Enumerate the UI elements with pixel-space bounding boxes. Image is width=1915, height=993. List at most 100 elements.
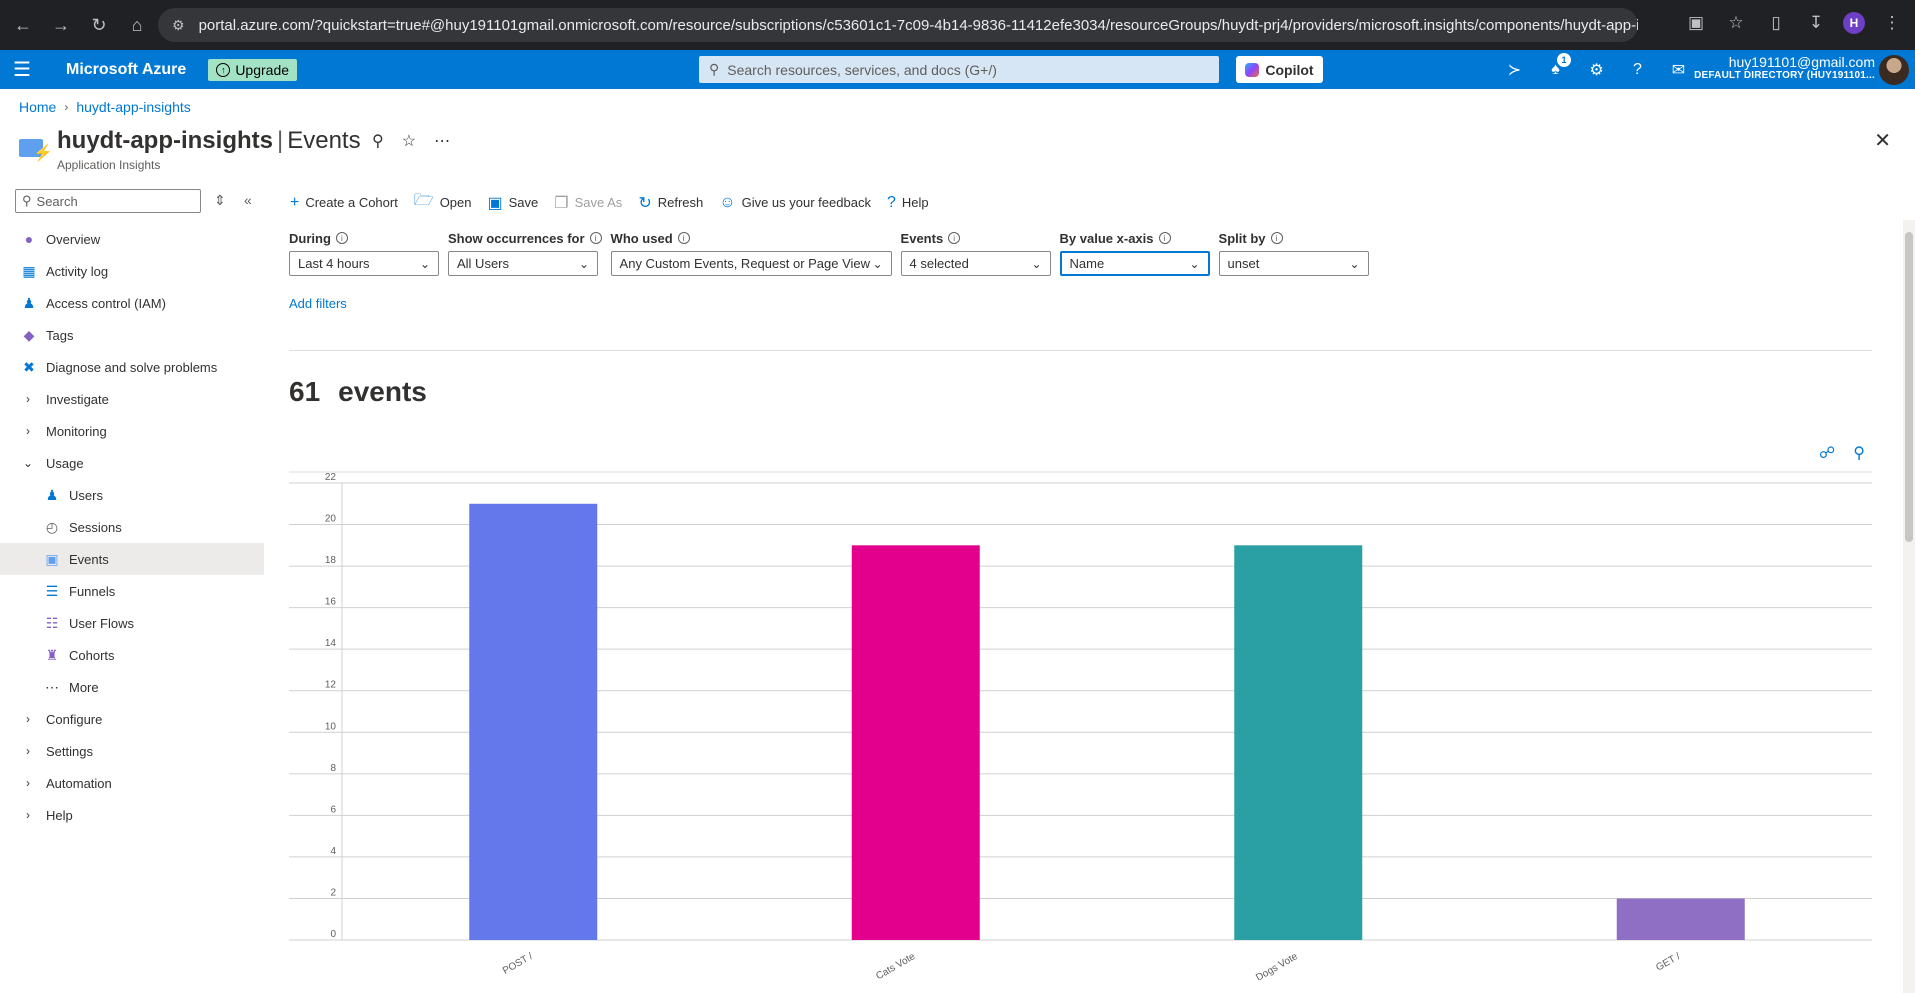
bar[interactable] xyxy=(1234,545,1363,940)
sidebar-item-monitoring[interactable]: › Monitoring xyxy=(0,415,264,447)
sidebar-item-users[interactable]: ♟ Users xyxy=(0,479,264,511)
chevron-down-icon: ⌄ xyxy=(1031,256,1042,271)
info-icon[interactable]: i xyxy=(677,232,690,244)
share-chart-icon[interactable]: ☍ xyxy=(1819,443,1835,463)
pin-icon[interactable]: ⚲ xyxy=(372,131,384,151)
site-settings-icon[interactable]: ⚙ xyxy=(172,17,185,34)
filter-bar: During i Last 4 hours ⌄ Show occurrences f… xyxy=(289,228,1378,276)
sidebar-item-more[interactable]: ⋯ More xyxy=(0,671,264,703)
chevron-right-icon: › xyxy=(26,424,30,438)
upgrade-button[interactable]: ↑ Upgrade xyxy=(208,58,298,81)
settings-gear-icon[interactable]: ⚙ xyxy=(1584,57,1609,82)
install-app-icon[interactable]: ▣ xyxy=(1683,10,1709,36)
create-cohort-button[interactable]: + Create a Cohort xyxy=(290,194,398,212)
who-used-dropdown[interactable]: Any Custom Events, Request or Page View ⌄ xyxy=(610,251,892,276)
bar[interactable] xyxy=(469,503,598,940)
sidebar-item-activity-log[interactable]: ▦ Activity log xyxy=(0,255,264,287)
sidebar-item-user-flows[interactable]: ☷ User Flows xyxy=(0,607,264,639)
chevron-down-icon: ⌄ xyxy=(1189,256,1200,271)
user-avatar[interactable] xyxy=(1879,55,1909,85)
sidebar-item-events[interactable]: ▣ Events xyxy=(0,543,264,575)
pin-chart-icon[interactable]: ⚲ xyxy=(1853,443,1865,463)
sidebar-item-overview[interactable]: ● Overview xyxy=(0,223,264,255)
feedback-button[interactable]: ☺ Give us your feedback xyxy=(719,194,871,212)
split-by-dropdown[interactable]: unset ⌄ xyxy=(1218,251,1369,276)
more-actions-icon[interactable]: ⋯ xyxy=(434,131,450,151)
bar[interactable] xyxy=(1616,898,1745,940)
sidebar-search-input[interactable]: ⚲ Search xyxy=(15,189,201,213)
bar[interactable] xyxy=(851,545,980,940)
azure-brand[interactable]: Microsoft Azure xyxy=(66,61,186,79)
info-icon[interactable]: i xyxy=(948,232,961,244)
sidebar-item-access-control[interactable]: ♟ Access control (IAM) xyxy=(0,287,264,319)
profile-avatar[interactable]: H xyxy=(1843,12,1865,34)
address-url[interactable]: portal.azure.com/?quickstart=true#@huy19… xyxy=(199,17,1638,34)
notification-badge: 1 xyxy=(1557,53,1571,67)
account-email: huy191101@gmail.com xyxy=(1728,54,1875,70)
sidebar-item-usage[interactable]: ⌄ Usage xyxy=(0,447,264,479)
breadcrumb-resource[interactable]: huydt-app-insights xyxy=(76,99,190,115)
split-by-value: unset xyxy=(1227,256,1260,271)
overview-bulb-icon: ● xyxy=(24,231,34,247)
forward-icon[interactable]: → xyxy=(46,10,76,40)
scrollbar-thumb[interactable] xyxy=(1905,232,1913,542)
copilot-label: Copilot xyxy=(1265,61,1314,78)
download-icon[interactable]: ↧ xyxy=(1803,10,1829,36)
notifications-bell-icon[interactable]: ♠ 1 xyxy=(1543,53,1571,82)
during-dropdown[interactable]: Last 4 hours ⌄ xyxy=(289,251,439,276)
app-insights-icon: ⚡ xyxy=(19,135,53,162)
events-icon: ▣ xyxy=(45,550,59,567)
ellipsis-icon: ⋯ xyxy=(45,678,59,695)
breadcrumb: Home › huydt-app-insights xyxy=(19,99,191,115)
browser-menu-icon[interactable]: ⋮ xyxy=(1879,10,1905,36)
info-icon[interactable]: i xyxy=(1270,232,1283,244)
copilot-button[interactable]: Copilot xyxy=(1236,56,1323,83)
title-separator: | xyxy=(276,127,284,154)
account-menu[interactable]: huy191101@gmail.com DEFAULT DIRECTORY (H… xyxy=(1694,54,1875,81)
help-button[interactable]: ? Help xyxy=(887,194,929,212)
save-button[interactable]: ▣ Save xyxy=(488,193,539,213)
sidebar-collapse-icon[interactable]: « xyxy=(244,192,252,208)
back-icon[interactable]: ← xyxy=(8,10,38,40)
home-icon[interactable]: ⌂ xyxy=(122,10,152,40)
occurrences-dropdown[interactable]: All Users ⌄ xyxy=(448,251,598,276)
by-value-dropdown[interactable]: Name ⌄ xyxy=(1059,251,1210,276)
folder-open-icon: 🗁 xyxy=(413,192,434,209)
sidebar-item-help[interactable]: › Help xyxy=(0,799,264,831)
y-tick-label: 2 xyxy=(330,887,336,898)
info-icon[interactable]: i xyxy=(589,232,602,244)
sidebar-item-automation[interactable]: › Automation xyxy=(0,767,264,799)
sidebar-item-diagnose[interactable]: ✖ Diagnose and solve problems xyxy=(0,351,264,383)
close-icon[interactable]: ✕ xyxy=(1874,128,1891,153)
info-icon[interactable]: i xyxy=(1158,232,1171,244)
info-icon[interactable]: i xyxy=(335,232,348,244)
chevron-down-icon: ⌄ xyxy=(22,456,34,470)
feedback-icon[interactable]: ✉ xyxy=(1666,57,1691,82)
sidebar-item-investigate[interactable]: › Investigate xyxy=(0,383,264,415)
help-question-icon[interactable]: ? xyxy=(1625,57,1650,82)
sidebar-expand-icon[interactable]: ⇕ xyxy=(214,192,226,209)
events-dropdown[interactable]: 4 selected ⌄ xyxy=(900,251,1051,276)
breadcrumb-home[interactable]: Home xyxy=(19,99,56,115)
global-search-input[interactable]: ⚲ Search resources, services, and docs (… xyxy=(699,56,1219,83)
hamburger-menu-icon[interactable]: ☰ xyxy=(0,57,44,82)
bookmark-star-icon[interactable]: ☆ xyxy=(1723,10,1749,36)
add-filters-link[interactable]: Add filters xyxy=(289,296,347,311)
sidebar-item-tags[interactable]: ◆ Tags xyxy=(0,319,264,351)
open-button[interactable]: 🗁 Open xyxy=(414,189,472,216)
sidebar-item-label: Monitoring xyxy=(46,423,107,439)
extensions-icon[interactable]: ▯ xyxy=(1763,10,1789,36)
sidebar-item-configure[interactable]: › Configure xyxy=(0,703,264,735)
refresh-button[interactable]: ↻ Refresh xyxy=(638,193,703,213)
sidebar-item-cohorts[interactable]: ♜ Cohorts xyxy=(0,639,264,671)
sidebar-item-settings[interactable]: › Settings xyxy=(0,735,264,767)
sidebar-item-label: Usage xyxy=(46,455,84,471)
reload-icon[interactable]: ↻ xyxy=(84,10,114,40)
sidebar-item-label: Diagnose and solve problems xyxy=(46,359,218,375)
favorite-star-icon[interactable]: ☆ xyxy=(402,131,416,151)
save-as-button[interactable]: ❐ Save As xyxy=(554,193,622,213)
cloud-shell-icon[interactable]: ≻ xyxy=(1502,57,1527,82)
sidebar-item-funnels[interactable]: ☰ Funnels xyxy=(0,575,264,607)
sidebar-item-sessions[interactable]: ◴ Sessions xyxy=(0,511,264,543)
address-bar[interactable]: ⚙ portal.azure.com/?quickstart=true#@huy… xyxy=(158,8,1638,42)
